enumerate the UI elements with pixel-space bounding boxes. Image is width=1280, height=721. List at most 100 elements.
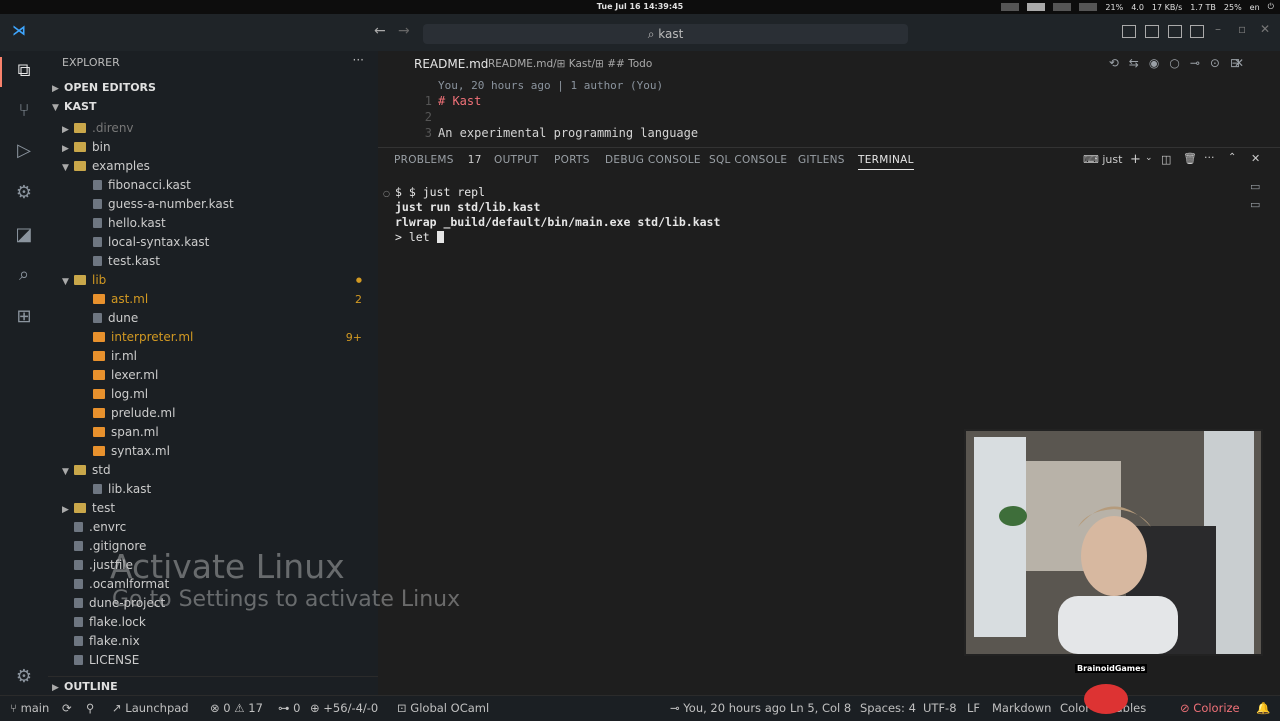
more-actions-icon[interactable]: ··· <box>1204 151 1215 164</box>
tree-file[interactable]: flake.nix <box>48 632 378 651</box>
status-diff[interactable]: ⊕ +56/-4/-0 <box>310 701 378 715</box>
kast-root-folder[interactable]: ▼ KAST <box>48 97 378 116</box>
tree-file[interactable]: local-syntax.kast <box>48 233 378 252</box>
command-center-search[interactable]: ⌕ kast <box>423 24 908 44</box>
customize-layout-icon[interactable] <box>1190 25 1204 38</box>
panel-tab-terminal[interactable]: TERMINAL <box>858 154 914 170</box>
editor-actions: ⟲ ⇆ ◉ ○ ⊸ ⊙ ⊟ <box>1109 56 1240 70</box>
panel-tab-sql-console[interactable]: SQL CONSOLE <box>709 154 787 166</box>
panel-tab-ports[interactable]: PORTS <box>554 154 590 166</box>
tree-file[interactable]: log.ml <box>48 385 378 404</box>
status-colorize[interactable]: ⊘ Colorize <box>1180 701 1240 715</box>
terminal-input-line[interactable]: > let <box>395 230 444 244</box>
tree-file[interactable]: .envrc <box>48 518 378 537</box>
notifications-bell-icon[interactable]: 🔔 <box>1256 701 1270 715</box>
breadcrumb[interactable]: README.md/⊞ Kast/⊞ ## Todo <box>488 58 652 70</box>
tree-folder[interactable]: ▼ examples <box>48 157 378 176</box>
minimize-icon[interactable]: – <box>1215 22 1221 36</box>
toggle-sidebar-icon[interactable] <box>1122 25 1136 38</box>
tree-item-label: lexer.ml <box>111 368 159 382</box>
file-icon <box>74 560 83 570</box>
tree-file[interactable]: dune <box>48 309 378 328</box>
tree-item-label: lib <box>92 273 107 287</box>
tree-file[interactable]: lexer.ml <box>48 366 378 385</box>
open-editors-section[interactable]: ▶ OPEN EDITORS <box>48 78 378 97</box>
maximize-icon[interactable]: ▫ <box>1238 22 1246 36</box>
status-indentation[interactable]: Spaces: 4 <box>860 701 916 715</box>
keyboard-layout[interactable]: en <box>1250 3 1260 12</box>
panel-tab-problems[interactable]: PROBLEMS 17 <box>394 154 482 166</box>
tree-item-label: ast.ml <box>111 292 149 306</box>
panel-tab-debug-console[interactable]: DEBUG CONSOLE <box>605 154 701 166</box>
toggle-panel-icon[interactable] <box>1145 25 1159 38</box>
tree-file[interactable]: flake.lock <box>48 613 378 632</box>
status-eol[interactable]: LF <box>967 701 980 715</box>
remote-icon[interactable]: ⚙ <box>12 181 36 205</box>
extensions-icon[interactable]: ⊞ <box>12 305 36 329</box>
power-icon[interactable]: ⏻ <box>1268 2 1274 12</box>
tree-file[interactable]: prelude.ml <box>48 404 378 423</box>
compare-icon[interactable]: ⇆ <box>1129 56 1139 70</box>
open-changes-icon[interactable]: ◉ <box>1149 56 1159 70</box>
code-content[interactable]: # Kast An experimental programming langu… <box>438 93 698 141</box>
settings-gear-icon[interactable]: ⚙ <box>12 665 36 689</box>
panel-tab-gitlens[interactable]: GITLENS <box>798 154 845 166</box>
outline-section[interactable]: ▶ OUTLINE <box>48 676 378 696</box>
split-terminal-icon[interactable]: ◫ <box>1161 153 1171 166</box>
status-blame[interactable]: ⊸ You, 20 hours ago <box>670 701 786 715</box>
tree-file[interactable]: guess-a-number.kast <box>48 195 378 214</box>
status-encoding[interactable]: UTF-8 <box>923 701 957 715</box>
status-launchpad[interactable]: ↗ Launchpad <box>112 701 189 715</box>
status-ocaml-env[interactable]: ⊡ Global OCaml <box>397 701 489 715</box>
sync-icon[interactable]: ⟳ <box>62 701 72 715</box>
next-change-icon[interactable]: ⊸ <box>1190 56 1200 70</box>
chevron-down-icon[interactable]: ⌄ <box>1145 153 1153 163</box>
tree-file[interactable]: ast.ml 2 <box>48 290 378 309</box>
status-problems[interactable]: ⊗ 0 ⚠ 17 <box>210 701 263 715</box>
status-cursor-position[interactable]: Ln 5, Col 8 <box>790 701 851 715</box>
toggle-secondary-sidebar-icon[interactable] <box>1168 25 1182 38</box>
tree-file[interactable]: span.ml <box>48 423 378 442</box>
search-icon[interactable]: ⌕ <box>12 263 36 287</box>
more-actions-icon[interactable]: ··· <box>353 53 364 67</box>
tree-file[interactable]: lib.kast <box>48 480 378 499</box>
git-blame-annotation: You, 20 hours ago | 1 author (You) <box>438 79 664 92</box>
close-tab-icon[interactable]: ✕ <box>1234 56 1244 70</box>
terminal-list-icon[interactable]: ▭ <box>1250 180 1260 193</box>
timeline-icon[interactable]: ⟲ <box>1109 56 1119 70</box>
terminal-instance[interactable]: ⌨ just <box>1083 153 1122 166</box>
status-remote[interactable]: ⑂ main <box>10 701 49 715</box>
tree-file[interactable]: fibonacci.kast <box>48 176 378 195</box>
run-debug-icon[interactable]: ▷ <box>12 139 36 163</box>
tree-folder[interactable]: ▶ bin <box>48 138 378 157</box>
previous-change-icon[interactable]: ○ <box>1169 56 1179 70</box>
tree-file[interactable]: interpreter.ml 9+ <box>48 328 378 347</box>
close-window-icon[interactable]: ✕ <box>1260 22 1270 36</box>
tree-folder[interactable]: ▼ lib ● <box>48 271 378 290</box>
status-ports[interactable]: ⊶ 0 <box>278 701 300 715</box>
new-terminal-icon[interactable]: + <box>1130 152 1141 167</box>
tree-folder[interactable]: ▼ std <box>48 461 378 480</box>
source-control-icon[interactable]: ⑂ <box>12 99 36 123</box>
maximize-panel-icon[interactable]: ⌃ <box>1228 152 1236 163</box>
tree-file[interactable]: syntax.ml <box>48 442 378 461</box>
trash-icon[interactable]: 🗑 <box>1183 152 1197 165</box>
warning-icon: ⚠ <box>234 701 249 715</box>
close-panel-icon[interactable]: ✕ <box>1251 152 1260 165</box>
launchpad-icon-prefix[interactable]: ⚲ <box>86 701 94 715</box>
tree-folder[interactable]: ▶ test <box>48 499 378 518</box>
panel-tab-output[interactable]: OUTPUT <box>494 154 539 166</box>
gitlens-icon[interactable]: ◪ <box>12 223 36 247</box>
forward-arrow-icon[interactable]: → <box>398 23 410 39</box>
preview-icon[interactable]: ⊙ <box>1210 56 1220 70</box>
explorer-icon[interactable]: ⧉ <box>12 59 36 83</box>
tree-file[interactable]: LICENSE <box>48 651 378 670</box>
tree-folder[interactable]: ▶ .direnv <box>48 119 378 138</box>
tree-file[interactable]: test.kast <box>48 252 378 271</box>
terminal-list-icon[interactable]: ▭ <box>1250 198 1260 211</box>
status-language[interactable]: Markdown <box>992 701 1051 715</box>
editor-tab-readme[interactable]: README.md <box>414 57 488 71</box>
back-arrow-icon[interactable]: ← <box>374 23 386 39</box>
tree-file[interactable]: hello.kast <box>48 214 378 233</box>
tree-file[interactable]: ir.ml <box>48 347 378 366</box>
